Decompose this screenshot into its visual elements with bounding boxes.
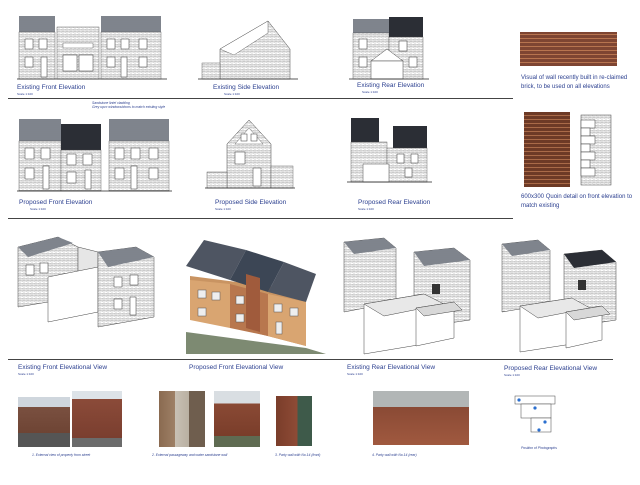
existing-side-elevation-title: Existing Side Elevation [213,84,280,91]
photo-3-caption: 3. Party wall with No.14 (front) [275,453,321,457]
photo-4-caption: 4. Party wall with No.14 (rear) [372,453,417,457]
row3-divider [8,359,613,360]
proposed-side-elevation-scale: Scale 1:100 [215,207,231,211]
row2-divider [8,218,513,219]
existing-front-elevation-title: Existing Front Elevation [17,84,86,91]
existing-side-elevation-scale: Scale 1:100 [224,92,240,96]
photo-2-caption: 2. External passageway and water sandsto… [152,453,228,457]
existing-front-3d-title: Existing Front Elevational View [18,364,108,371]
photo-sandstone-wall [214,391,260,447]
photo-1-caption: 1. External view of property from street [32,453,91,457]
proposed-rear-3d-title: Proposed Rear Elevational View [504,365,598,372]
proposed-rear-3d-view [501,239,617,353]
reclaimed-brick-wall-photo [520,32,617,66]
quoin-detail-photo [524,112,570,187]
proposed-front-3d-title: Proposed Front Elevational View [189,364,284,371]
row1-divider [8,98,513,99]
quoin-detail-note: 600x300 Quoin detail on front elevation … [521,194,633,209]
proposed-side-elevation-title: Proposed Side Elevation [215,199,287,206]
proposed-front-elevation-title: Proposed Front Elevation [19,199,93,206]
proposed-rear-elevation-scale: Scale 1:100 [358,207,374,211]
photo-position-plan [514,395,556,433]
proposed-front-3d-view [186,240,326,354]
reclaimed-brick-note: Visual of wall recently built in re-clai… [521,75,628,90]
existing-rear-elevation-title: Existing Rear Elevation [357,82,425,89]
existing-rear-3d-view [343,237,471,355]
photo-party-wall-rear [373,391,469,445]
existing-front-elevation-scale: Scale 1:100 [17,92,33,96]
front-annotation-2: Grey upvc windows/doors to match existin… [92,105,166,109]
existing-rear-elevation-scale: Scale 1:100 [362,90,378,94]
proposed-rear-elevation-title: Proposed Rear Elevation [358,199,431,206]
existing-front-3d-scale: Scale 1:100 [18,372,34,376]
existing-rear-3d-title: Existing Rear Elevational View [347,364,436,371]
photo-street-view-2 [72,391,122,447]
proposed-rear-3d-scale: Scale 1:100 [504,373,520,377]
photo-party-wall-front [276,396,312,446]
photo-street-view-1 [18,397,70,447]
proposed-front-elevation-scale: Scale 1:100 [30,207,46,211]
existing-rear-3d-scale: Scale 1:100 [347,372,363,376]
photo-passageway [159,391,205,447]
quoin-detail-drawing [580,114,612,186]
existing-front-3d-view [17,236,155,328]
photo-positions-caption: Position of Photographs [521,446,558,450]
